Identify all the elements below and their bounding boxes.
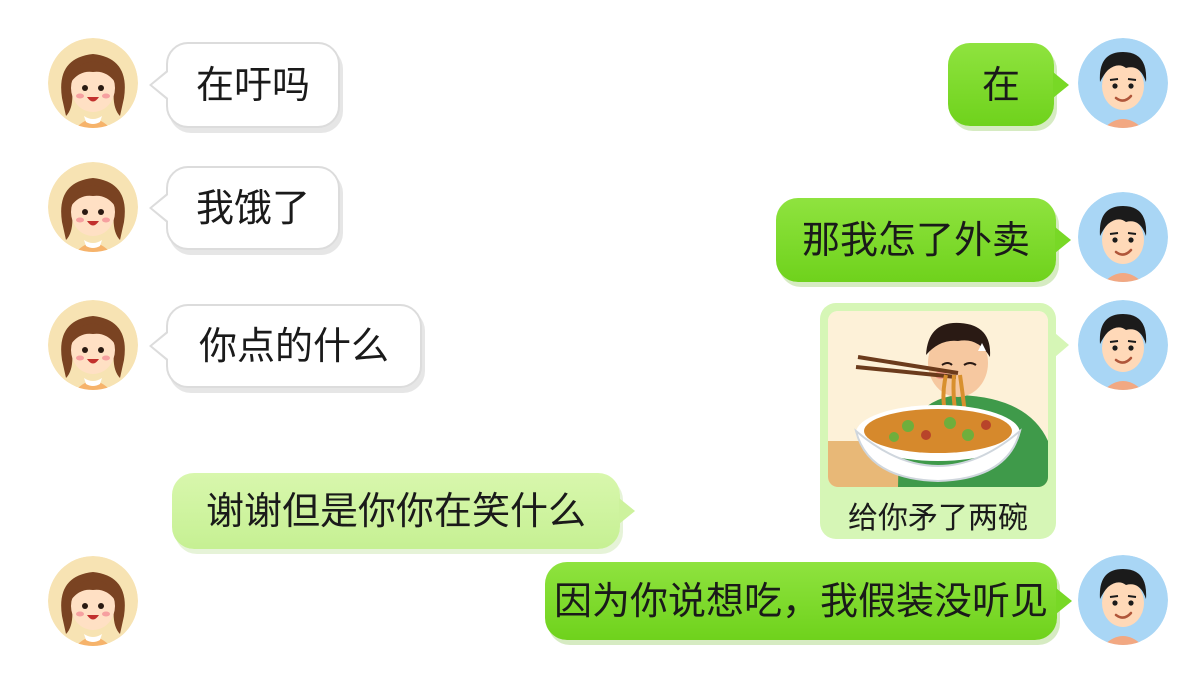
message-text: 因为你说想吃，我假装没听见 <box>553 579 1048 623</box>
message-text: 在 <box>981 62 1020 107</box>
message-bubble-girl-3[interactable]: 你点的什么 <box>149 304 422 388</box>
girl-avatar-icon[interactable] <box>48 38 138 128</box>
boy-avatar-icon[interactable] <box>1078 300 1168 390</box>
boy-avatar-icon[interactable] <box>1078 38 1168 128</box>
message-bubble-girl-4[interactable]: 谢谢但是你你在笑什么 <box>172 473 635 549</box>
message-text: 谢谢但是你你在笑什么 <box>205 489 586 533</box>
message-bubble-boy-4[interactable]: 因为你说想吃，我假装没听见 <box>545 562 1072 640</box>
message-text: 那我怎了外卖 <box>801 218 1030 262</box>
boy-avatar-icon[interactable] <box>1078 192 1168 282</box>
girl-avatar-icon[interactable] <box>48 300 138 390</box>
message-bubble-boy-1[interactable]: 在 <box>948 43 1069 126</box>
boy-eating-noodles-illustration <box>828 311 1048 487</box>
message-bubble-boy-2[interactable]: 那我怎了外卖 <box>776 198 1071 282</box>
boy-avatar-icon[interactable] <box>1078 555 1168 645</box>
message-bubble-girl-1[interactable]: 在吁吗 <box>149 42 340 128</box>
message-bubble-girl-2[interactable]: 我饿了 <box>149 166 340 250</box>
message-text: 我饿了 <box>195 186 310 230</box>
message-text: 你点的什么 <box>198 324 389 368</box>
girl-avatar-icon[interactable] <box>48 162 138 252</box>
image-caption: 给你矛了两碗 <box>848 501 1028 536</box>
message-text: 在吁吗 <box>195 63 310 107</box>
girl-avatar-icon[interactable] <box>48 556 138 646</box>
image-message-bubble[interactable]: 给你矛了两碗 <box>820 303 1069 539</box>
noodle-photo[interactable] <box>828 311 1048 487</box>
